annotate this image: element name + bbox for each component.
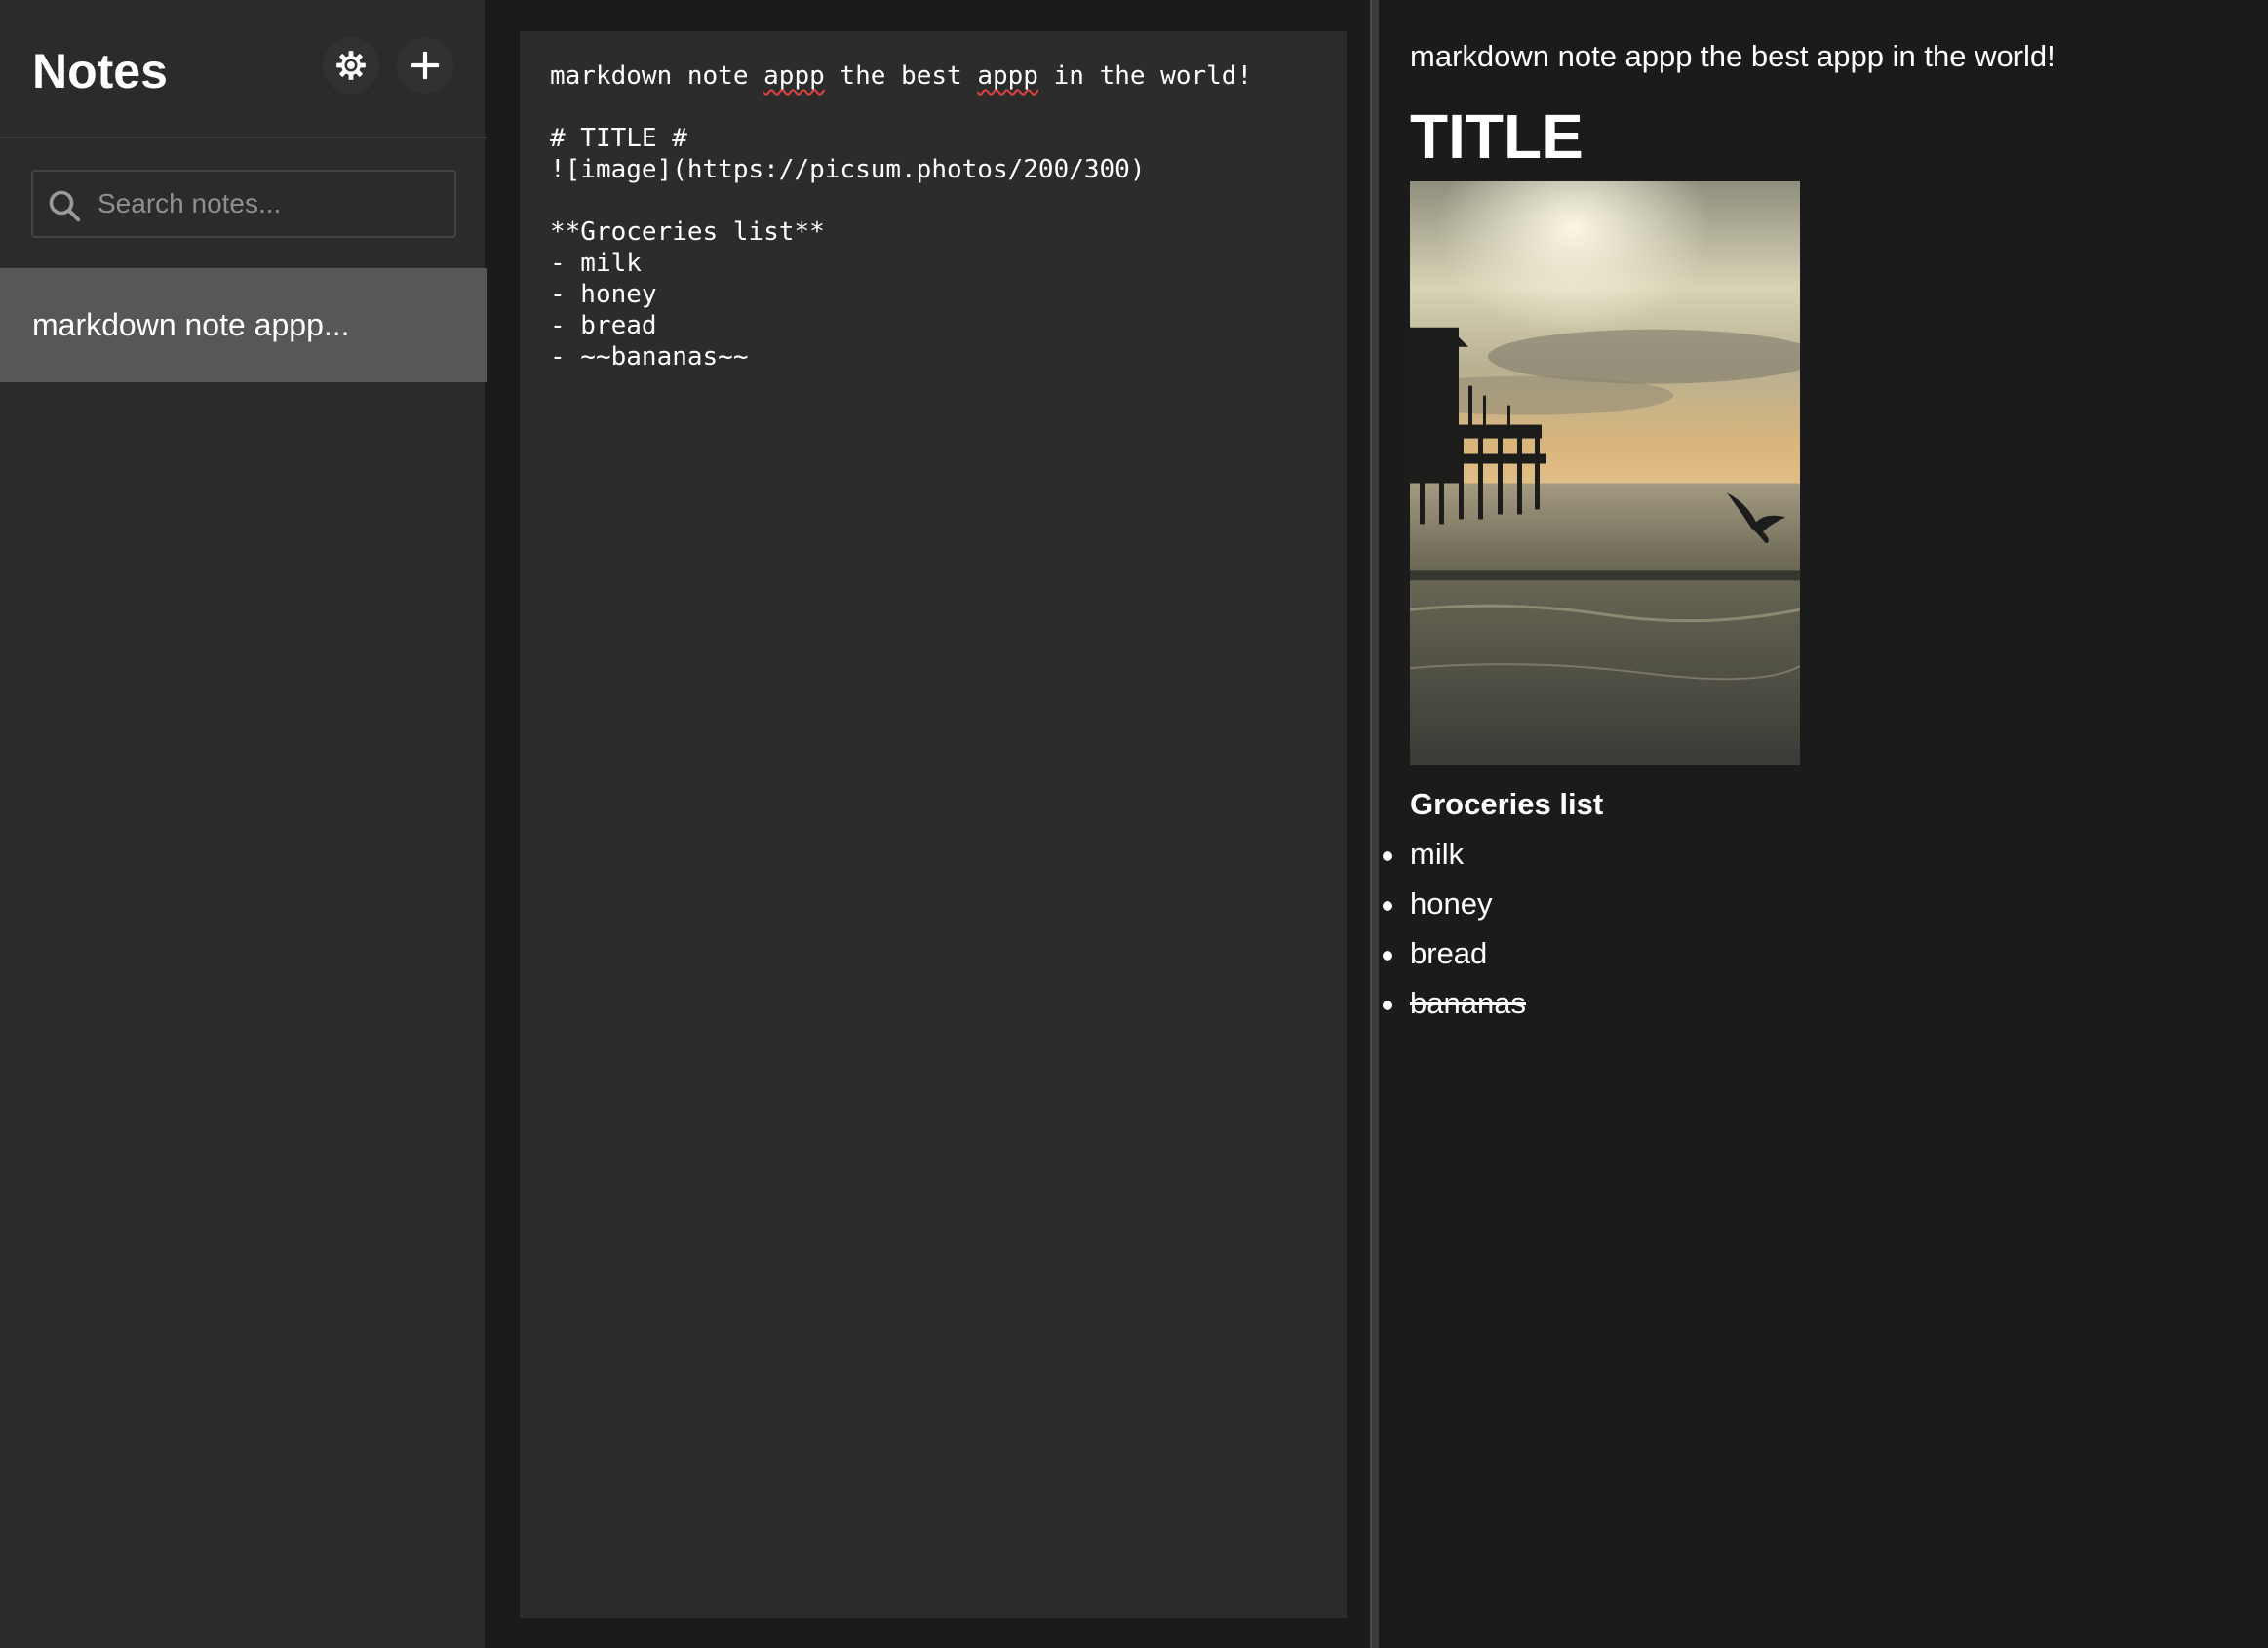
list-item: milk: [1379, 835, 1526, 884]
editor-line-heading: # TITLE #: [550, 124, 687, 153]
editor-pane: markdown note appp the best appp in the …: [489, 0, 1370, 1648]
sidebar-header: Notes: [0, 0, 487, 138]
app-title: Notes: [32, 44, 168, 98]
editor-line-list: - ~~bananas~~: [550, 342, 749, 372]
preview-pane: markdown note appp the best appp in the …: [1379, 0, 2268, 1648]
search-icon: [49, 190, 81, 222]
note-list-item[interactable]: markdown note appp...: [0, 268, 487, 382]
preview-heading: TITLE: [1410, 101, 1584, 172]
editor-line-list: - milk: [550, 249, 642, 278]
list-item: bread: [1379, 934, 1526, 984]
editor-line-bold: **Groceries list**: [550, 217, 825, 247]
list-item-struck: bananas: [1379, 984, 1526, 1034]
note-title: markdown note appp...: [32, 307, 350, 342]
list-item: honey: [1379, 884, 1526, 934]
editor-line-text: in the world!: [1037, 61, 1253, 91]
sidebar: Notes Search notes... markdown note appp…: [0, 0, 487, 1648]
editor-line-list: - bread: [550, 311, 657, 340]
misspelled-word: appp: [763, 61, 825, 91]
settings-button[interactable]: [323, 37, 379, 94]
preview-image: [1410, 181, 1800, 765]
markdown-editor[interactable]: markdown note appp the best appp in the …: [520, 31, 1347, 1618]
pane-divider[interactable]: [1370, 0, 1379, 1648]
editor-line-list: - honey: [550, 280, 657, 309]
search-box[interactable]: [31, 170, 456, 238]
preview-list: milk honey bread bananas: [1379, 835, 1526, 1034]
app-window: Notes Search notes... markdown note appp…: [0, 0, 2268, 1648]
note-list: markdown note appp...: [0, 268, 487, 382]
misspelled-word: appp: [977, 61, 1038, 91]
preview-paragraph: markdown note appp the best appp in the …: [1410, 39, 2055, 73]
search-input[interactable]: [96, 172, 447, 236]
editor-line-text: the best: [824, 61, 978, 91]
editor-text[interactable]: markdown note appp the best appp in the …: [550, 60, 1316, 373]
plus-icon: [411, 51, 440, 80]
editor-line-text: markdown note: [550, 61, 764, 91]
add-note-button[interactable]: [397, 37, 453, 94]
preview-bold-text: Groceries list: [1410, 787, 1604, 821]
editor-line-image: ![image](https://picsum.photos/200/300): [550, 155, 1146, 184]
gear-icon: [336, 51, 366, 80]
